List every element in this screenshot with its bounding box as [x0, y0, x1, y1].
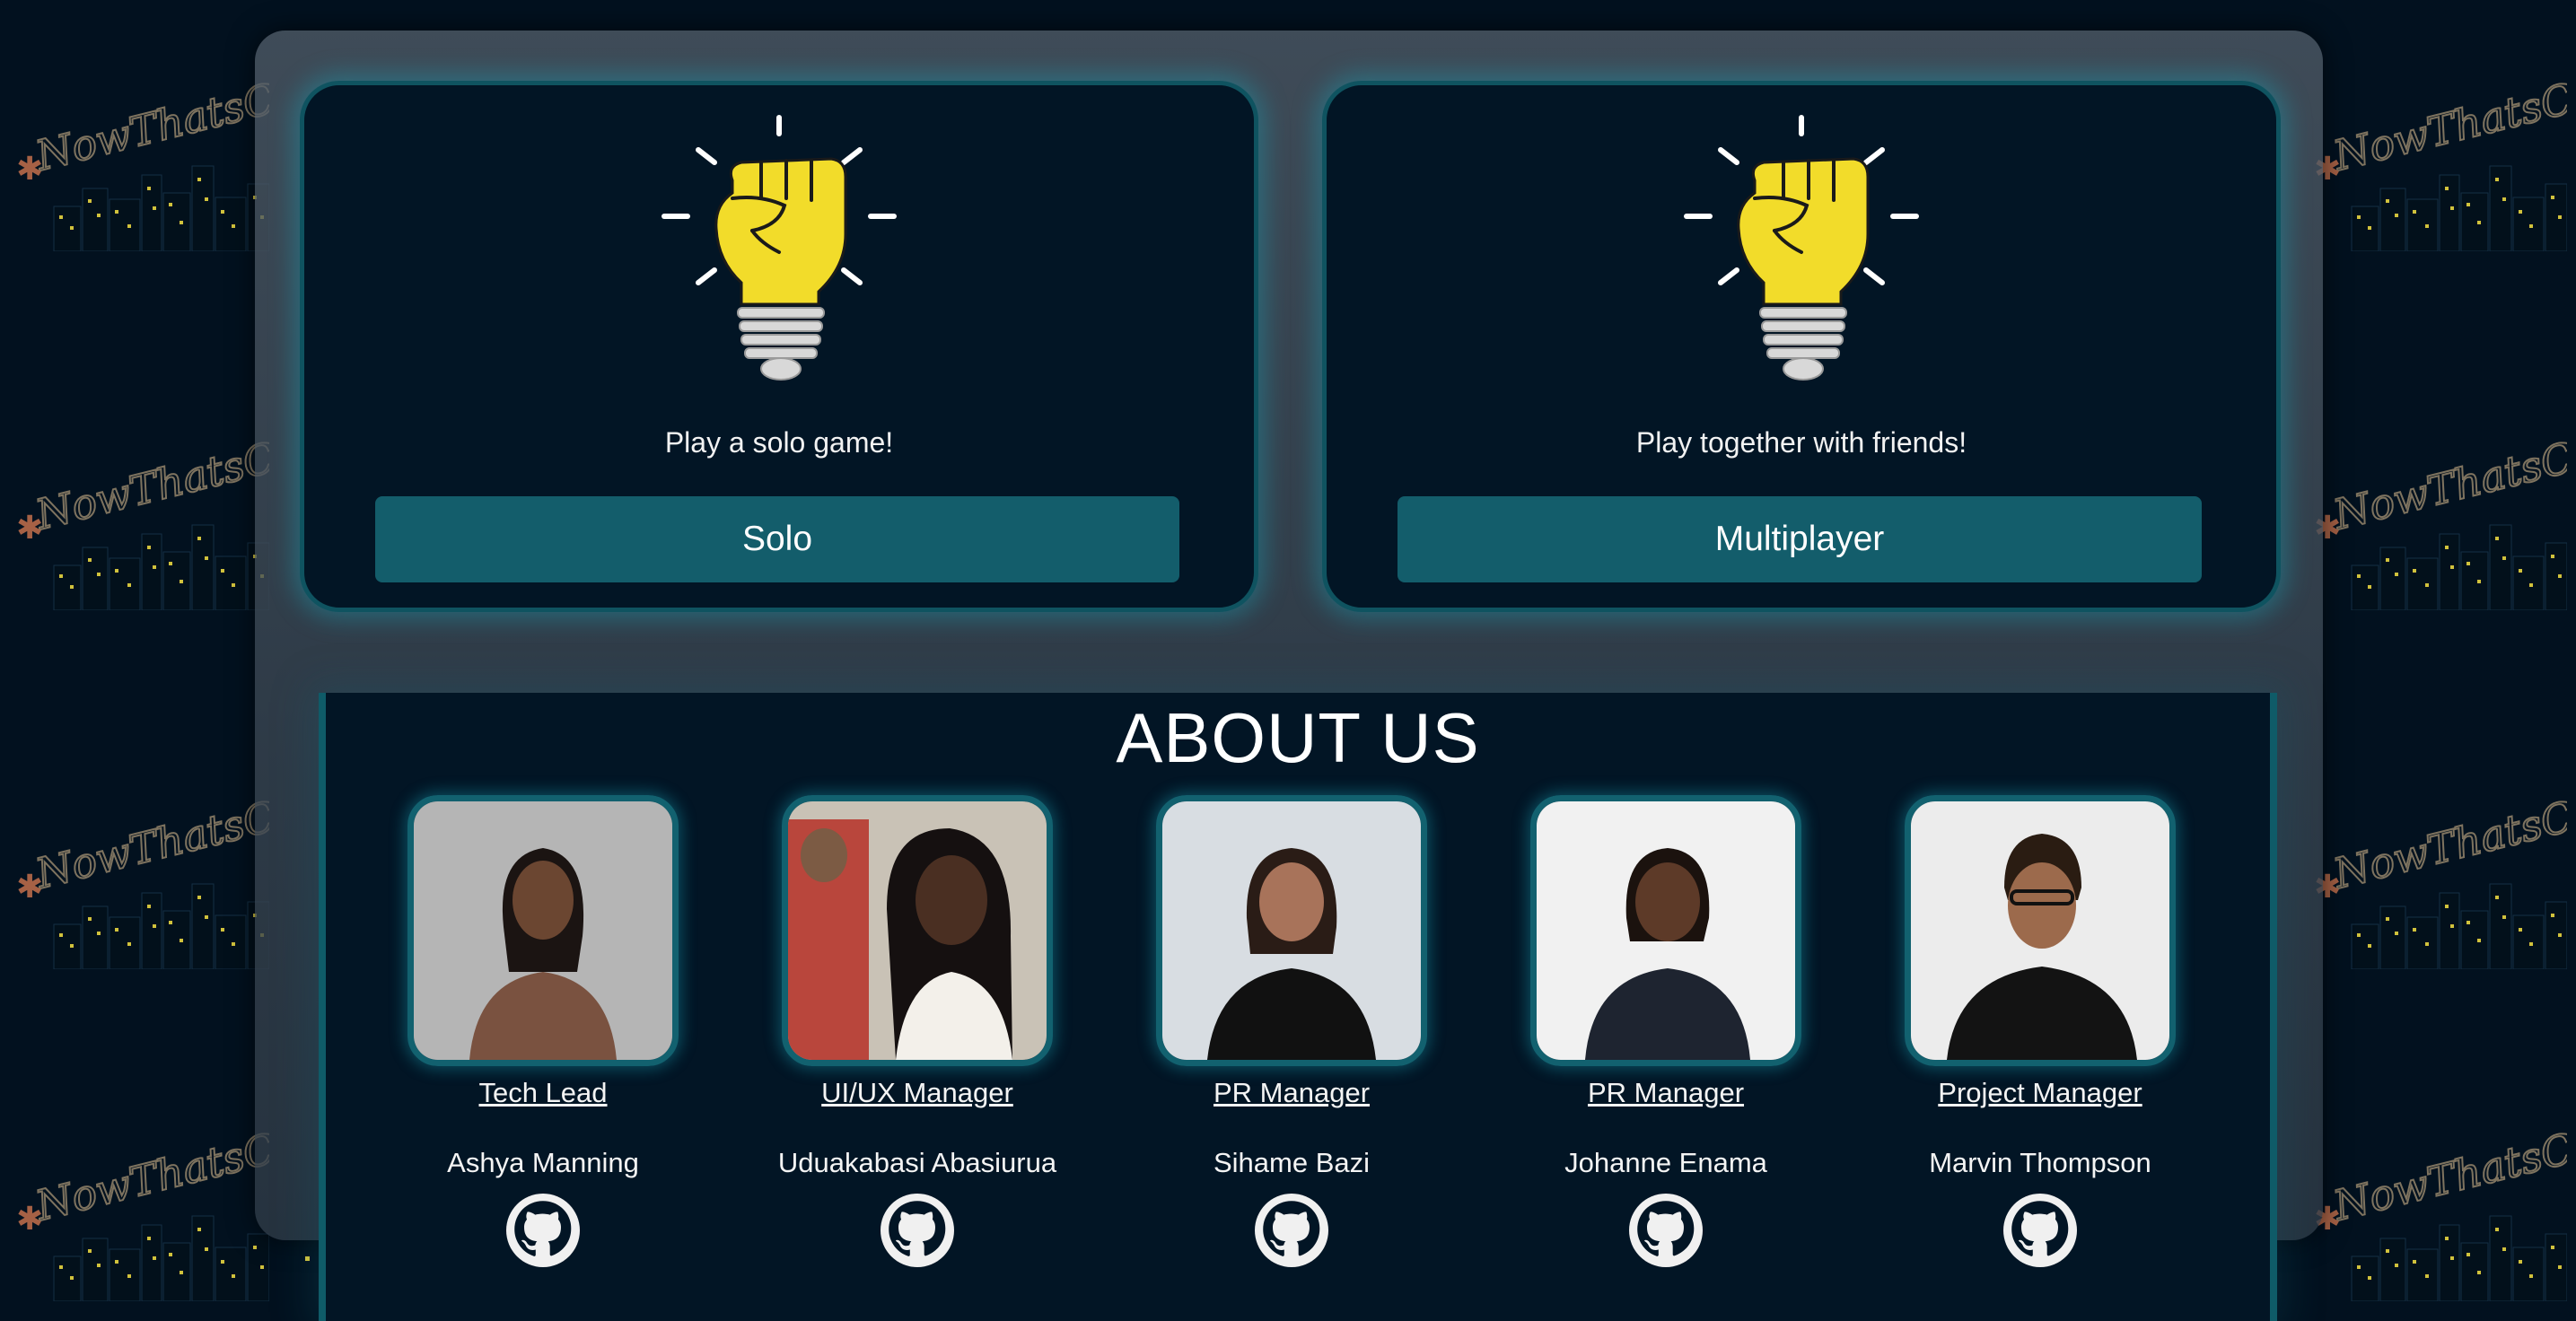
avatar [1905, 795, 2176, 1066]
avatar [782, 795, 1053, 1066]
background-logo-tile [0, 440, 269, 610]
background-logo-tile [2298, 1131, 2567, 1301]
github-icon[interactable] [2003, 1194, 2077, 1267]
team-member-card: Tech Lead Ashya Manning [355, 795, 732, 1267]
about-us-title: ABOUT US [1116, 698, 1480, 777]
member-role-link[interactable]: Tech Lead [355, 1077, 732, 1109]
background-logo-tile [2298, 440, 2567, 610]
multiplayer-button[interactable]: Multiplayer [1398, 496, 2202, 582]
member-role-link[interactable]: Project Manager [1852, 1077, 2229, 1109]
background-logo-tile [2298, 81, 2567, 251]
member-name: Sihame Bazi [1213, 1147, 1371, 1178]
background-logo-tile [0, 1131, 269, 1301]
solo-mode-card: Play a solo game! Solo [300, 81, 1258, 612]
team-member-card: PR Manager Johanne Enama [1477, 795, 1854, 1267]
background-logo-tile [2298, 799, 2567, 969]
github-icon[interactable] [506, 1194, 580, 1267]
about-us-section: ABOUT US Tech Lead Ashya Manning UI/UX M… [319, 693, 2277, 1321]
github-icon[interactable] [1629, 1194, 1703, 1267]
member-name: Uduakabasi Abasiurua [777, 1147, 1057, 1178]
avatar [407, 795, 679, 1066]
multiplayer-mode-card: Play together with friends! Multiplayer [1322, 81, 2281, 612]
member-role-link[interactable]: PR Manager [1477, 1077, 1854, 1109]
fist-lightbulb-icon [1649, 100, 1954, 387]
team-member-card: PR Manager Sihame Bazi [1103, 795, 1480, 1267]
multiplayer-description: Play together with friends! [1635, 426, 1967, 459]
member-name: Johanne Enama [1564, 1147, 1767, 1178]
team-member-card: Project Manager Marvin Thompson [1852, 795, 2229, 1267]
avatar [1530, 795, 1801, 1066]
background-logo-tile [0, 81, 269, 251]
github-icon[interactable] [1255, 1194, 1328, 1267]
member-name: Marvin Thompson [1929, 1147, 2151, 1178]
member-name: Ashya Manning [447, 1147, 639, 1178]
member-role-link[interactable]: UI/UX Manager [729, 1077, 1106, 1109]
solo-button[interactable]: Solo [375, 496, 1179, 582]
solo-description: Play a solo game! [664, 426, 894, 459]
member-role-link[interactable]: PR Manager [1103, 1077, 1480, 1109]
team-member-card: UI/UX Manager Uduakabasi Abasiurua [729, 795, 1106, 1267]
github-icon[interactable] [881, 1194, 954, 1267]
fist-lightbulb-icon [626, 100, 932, 387]
avatar [1156, 795, 1427, 1066]
background-logo-tile [0, 799, 269, 969]
